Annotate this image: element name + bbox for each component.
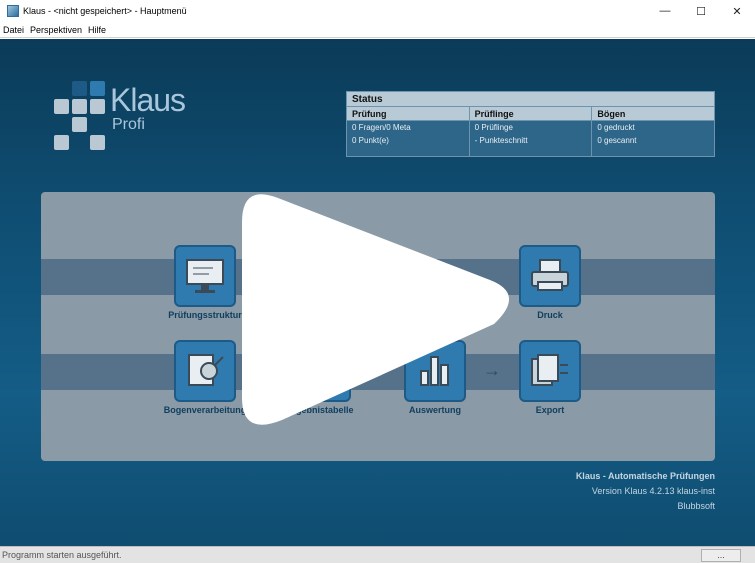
status-col-prueflinge: Prüflinge 0 Prüflinge - Punkteschnitt — [469, 107, 593, 157]
status-col-header: Prüflinge — [469, 107, 592, 121]
status-col-header: Prüfung — [347, 107, 469, 121]
status-value: 0 gedruckt — [597, 123, 635, 132]
document-scan-icon — [188, 354, 224, 386]
maximize-button[interactable]: ☐ — [683, 0, 719, 22]
status-col-boegen: Bögen 0 gedruckt 0 gescannt — [592, 107, 715, 157]
status-value: 0 gescannt — [597, 136, 637, 145]
menu-perspektiven[interactable]: Perspektiven — [30, 25, 82, 35]
status-message: Programm starten ausgeführt. — [2, 550, 122, 560]
export-button[interactable] — [519, 340, 581, 402]
minimize-button[interactable]: — — [647, 0, 683, 22]
status-box: ... — [701, 549, 741, 562]
status-value: 0 Fragen/0 Meta — [352, 123, 411, 132]
status-col-pruefung: Prüfung 0 Fragen/0 Meta 0 Punkt(e) — [347, 107, 470, 157]
menu-hilfe[interactable]: Hilfe — [88, 25, 106, 35]
printer-icon — [531, 259, 569, 291]
play-overlay-icon[interactable] — [242, 184, 512, 430]
logo-edition: Profi — [112, 116, 145, 133]
status-bar: Programm starten ausgeführt. ... — [0, 546, 755, 563]
monitor-edit-icon — [186, 259, 224, 293]
logo-name: Klaus — [110, 82, 186, 118]
status-value: 0 Prüflinge — [474, 123, 513, 132]
close-button[interactable]: ✕ — [719, 0, 755, 22]
bogenverarbeitung-button[interactable] — [174, 340, 236, 402]
title-bar: Klaus - <nicht gespeichert> - Hauptmenü … — [0, 0, 755, 22]
pruefungsstruktur-button[interactable] — [174, 245, 236, 307]
status-col-header: Bögen — [592, 107, 715, 121]
company-text: Blubbsoft — [677, 501, 715, 511]
window-title: Klaus - <nicht gespeichert> - Hauptmenü — [23, 6, 187, 16]
status-title: Status — [347, 92, 714, 107]
documents-export-icon — [531, 354, 568, 386]
status-panel: Status Prüfung 0 Fragen/0 Meta 0 Punkt(e… — [346, 91, 715, 157]
app-icon — [7, 5, 19, 17]
menu-bar: Datei Perspektiven Hilfe — [0, 22, 755, 38]
version-text: Version Klaus 4.2.13 klaus-inst — [591, 486, 715, 496]
main-area: Klaus Profi Status Prüfung 0 Fragen/0 Me… — [0, 39, 755, 546]
druck-button[interactable] — [519, 245, 581, 307]
klaus-logo: Klaus Profi — [54, 81, 194, 151]
product-title: Klaus - Automatische Prüfungen — [575, 471, 715, 481]
status-value: 0 Punkt(e) — [352, 136, 389, 145]
menu-datei[interactable]: Datei — [3, 25, 24, 35]
status-value: - Punkteschnitt — [474, 136, 528, 145]
